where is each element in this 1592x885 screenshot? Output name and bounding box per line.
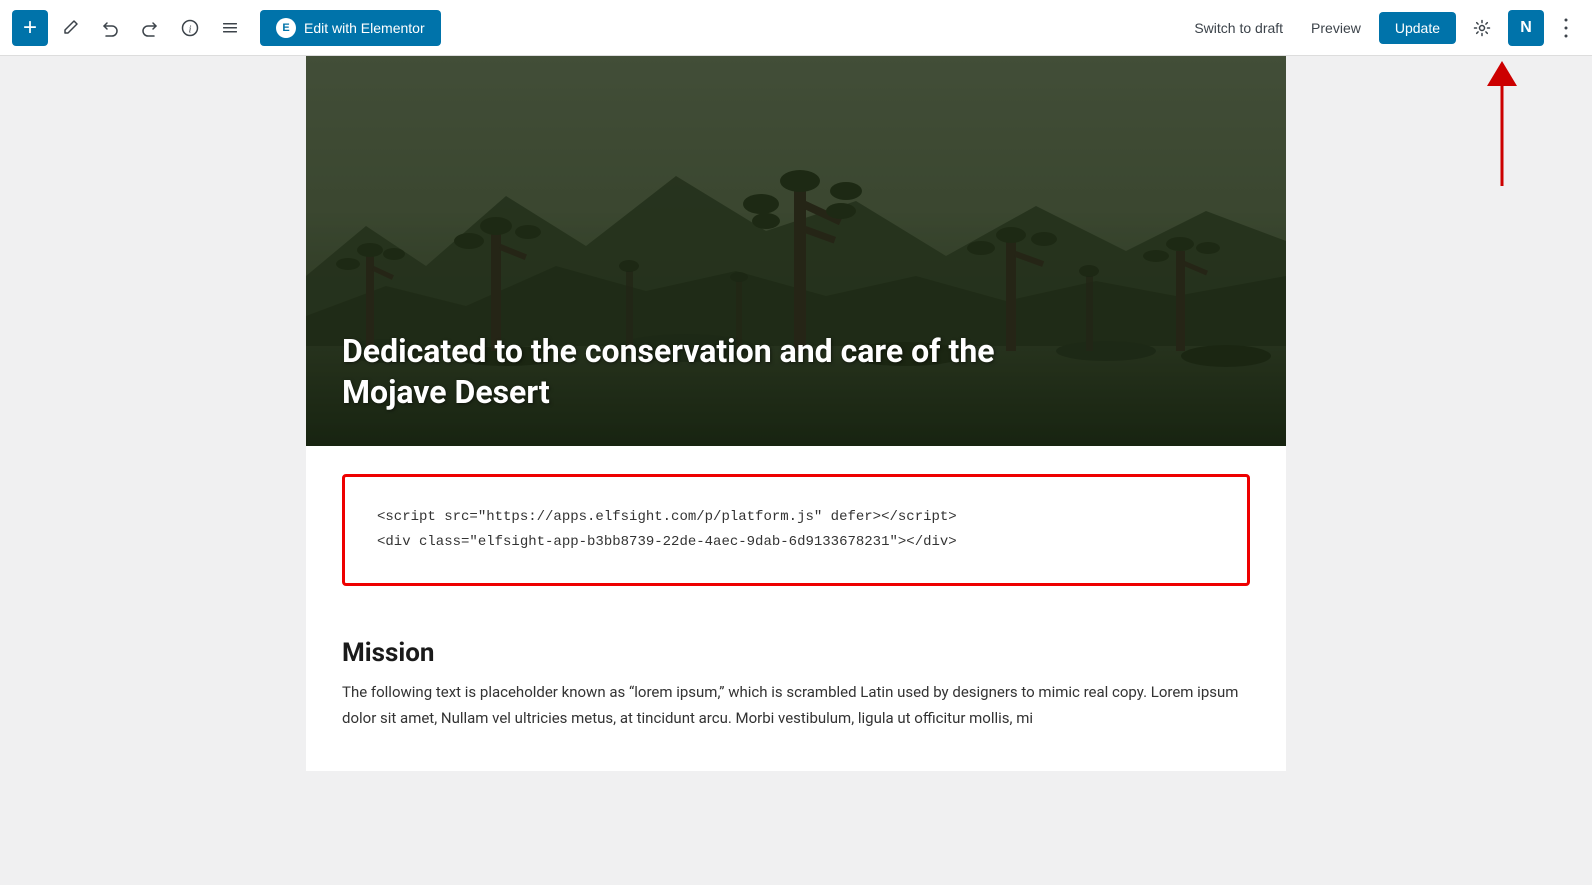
list-view-button[interactable] [212, 10, 248, 46]
preview-button[interactable]: Preview [1301, 14, 1371, 42]
mission-heading: Mission [342, 638, 1250, 668]
pencil-icon [61, 19, 79, 37]
code-line-1: <script src="https://apps.elfsight.com/p… [377, 509, 957, 525]
elementor-icon: E [276, 18, 296, 38]
edit-icon-button[interactable] [52, 10, 88, 46]
mission-body: The following text is placeholder known … [342, 680, 1250, 731]
code-block: <script src="https://apps.elfsight.com/p… [377, 505, 1215, 555]
gear-icon [1473, 19, 1491, 37]
mission-section: Mission The following text is placeholde… [306, 614, 1286, 731]
list-icon [221, 19, 239, 37]
elementor-label: Edit with Elementor [304, 20, 425, 36]
n-button[interactable]: N [1508, 10, 1544, 46]
more-options-button[interactable] [1552, 10, 1580, 46]
undo-icon [101, 19, 119, 37]
update-button[interactable]: Update [1379, 12, 1456, 44]
toolbar: + i [0, 0, 1592, 56]
svg-text:i: i [189, 24, 192, 35]
code-line-2: <div class="elfsight-app-b3bb8739-22de-4… [377, 534, 957, 550]
edit-with-elementor-button[interactable]: E Edit with Elementor [260, 10, 441, 46]
undo-button[interactable] [92, 10, 128, 46]
redo-button[interactable] [132, 10, 168, 46]
toolbar-right: Switch to draft Preview Update N [1184, 10, 1580, 46]
switch-to-draft-button[interactable]: Switch to draft [1184, 14, 1293, 42]
settings-button[interactable] [1464, 10, 1500, 46]
redo-icon [141, 19, 159, 37]
info-icon: i [181, 19, 199, 37]
red-arrow-indicator [1472, 56, 1532, 200]
hero-title: Dedicated to the conservation and care o… [342, 331, 1042, 414]
hero-text-block: Dedicated to the conservation and care o… [306, 299, 1078, 446]
page-content: Dedicated to the conservation and care o… [306, 56, 1286, 771]
more-vertical-icon [1563, 17, 1569, 39]
info-button[interactable]: i [172, 10, 208, 46]
toolbar-left: + i [12, 10, 1180, 46]
add-button[interactable]: + [12, 10, 48, 46]
code-block-wrapper: <script src="https://apps.elfsight.com/p… [342, 474, 1250, 586]
hero-image: Dedicated to the conservation and care o… [306, 56, 1286, 446]
